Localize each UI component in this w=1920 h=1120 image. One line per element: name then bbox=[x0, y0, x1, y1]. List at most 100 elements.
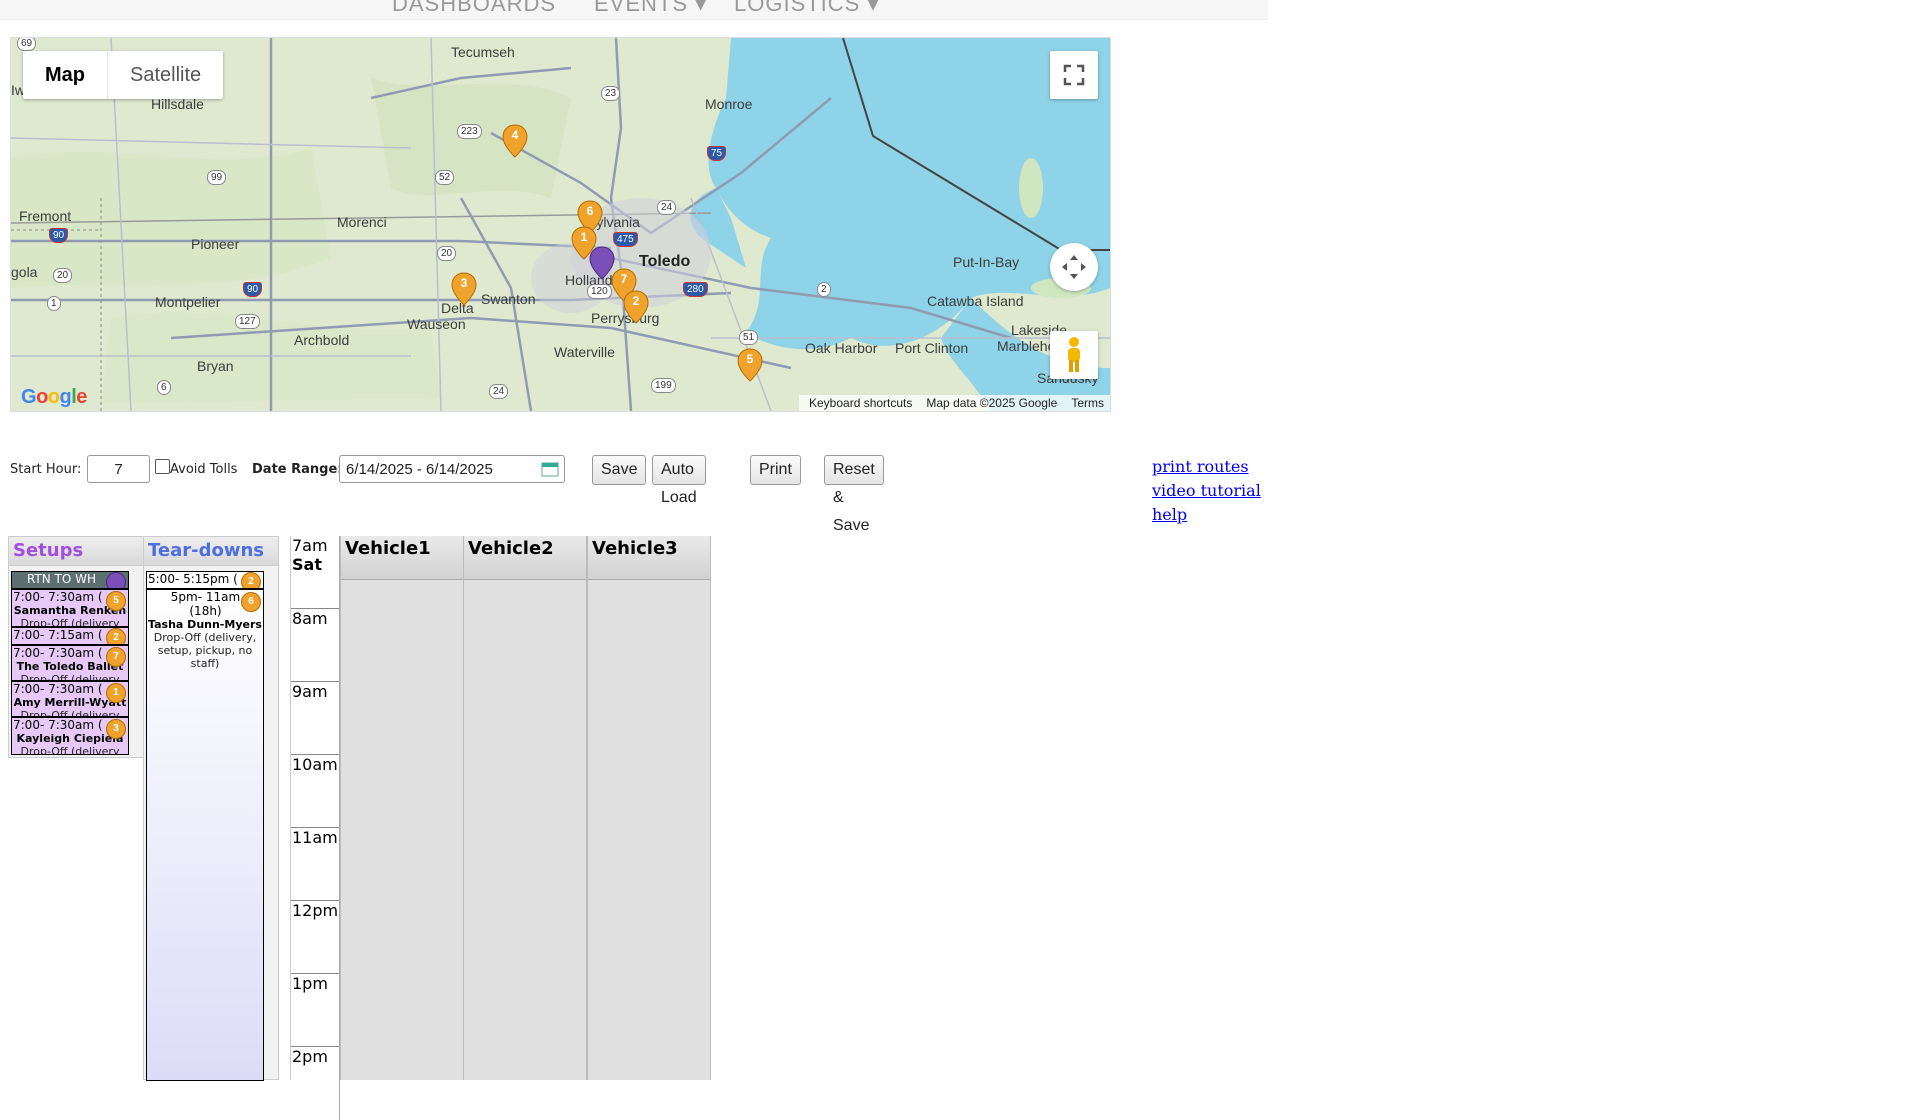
top-nav: DASHBOARDS EVENTS ▾ LOGISTICS ▾ bbox=[0, 0, 1268, 20]
teardown-card[interactable]: 5:00- 5:15pm ( 2 bbox=[146, 571, 264, 589]
nav-events[interactable]: EVENTS ▾ bbox=[594, 0, 707, 17]
road-shield: 127 bbox=[235, 314, 260, 329]
road-shield: 52 bbox=[435, 170, 455, 185]
hour-slot: 1pm bbox=[291, 974, 339, 1047]
vehicle-schedule: 7am Sat 8am 9am 10am 11am 12pm 1pm 2pm V… bbox=[290, 536, 713, 1120]
road-shield: 20 bbox=[437, 246, 457, 261]
road-shield: 2 bbox=[817, 282, 831, 297]
avoid-tolls-label[interactable]: Avoid Tolls bbox=[170, 462, 237, 477]
place-label: Monroe bbox=[705, 96, 753, 112]
stop-number-badge: 5 bbox=[106, 591, 126, 611]
place-label: Waterville bbox=[554, 344, 615, 360]
map-marker[interactable]: 5 bbox=[737, 348, 763, 382]
street-view-button[interactable] bbox=[1050, 331, 1098, 379]
map-type-map-button[interactable]: Map bbox=[23, 51, 108, 99]
map-type-control: Map Satellite bbox=[23, 51, 224, 99]
road-shield: 475 bbox=[613, 232, 638, 247]
print-routes-link[interactable]: print routes bbox=[1152, 455, 1261, 479]
place-label: Put-In-Bay bbox=[953, 254, 1020, 270]
calendar-icon[interactable] bbox=[541, 461, 559, 481]
camera-control-button[interactable] bbox=[1050, 243, 1098, 291]
terms-link[interactable]: Terms bbox=[1071, 396, 1104, 410]
vehicle-column-3[interactable]: Vehicle3 bbox=[587, 536, 711, 1080]
print-button[interactable]: Print bbox=[750, 455, 801, 485]
route-map[interactable]: Tecumseh Hillsdale Monroe Morenci Fremon… bbox=[10, 37, 1111, 412]
place-label: Bryan bbox=[197, 358, 234, 374]
nav-logistics[interactable]: LOGISTICS ▾ bbox=[734, 0, 880, 17]
road-shield: 90 bbox=[243, 282, 263, 297]
place-label: Tecumseh bbox=[451, 44, 515, 60]
stop-number-badge: 1 bbox=[106, 683, 126, 703]
keyboard-shortcuts-link[interactable]: Keyboard shortcuts bbox=[809, 396, 912, 410]
road-shield: 23 bbox=[601, 86, 621, 101]
road-shield: 120 bbox=[587, 284, 612, 299]
road-shield: 99 bbox=[207, 170, 227, 185]
road-shield: 51 bbox=[739, 330, 759, 345]
place-label: Montpelier bbox=[155, 294, 221, 310]
nav-dashboards[interactable]: DASHBOARDS bbox=[392, 0, 556, 17]
setup-card[interactable]: 7:00- 7:15am ( 2 bbox=[11, 627, 129, 645]
avoid-tolls-checkbox[interactable] bbox=[155, 459, 170, 474]
page: DASHBOARDS EVENTS ▾ LOGISTICS ▾ Tecumseh… bbox=[0, 0, 1268, 1120]
page-margin bbox=[1268, 0, 1920, 1080]
reset-save-button[interactable]: Reset & Save bbox=[824, 455, 884, 534]
vehicle-column-1[interactable]: Vehicle1 bbox=[340, 536, 464, 1080]
vehicle-column-2[interactable]: Vehicle2 bbox=[463, 536, 587, 1080]
stop-number-badge: 3 bbox=[106, 719, 126, 739]
help-links: print routes video tutorial help bbox=[1152, 455, 1261, 527]
road-shield: 199 bbox=[651, 378, 676, 393]
date-range-input[interactable]: 6/14/2025 - 6/14/2025 bbox=[339, 455, 565, 483]
stop-number-badge: 2 bbox=[106, 628, 126, 644]
start-hour-input[interactable]: 7 bbox=[87, 455, 150, 483]
stop-number-badge: 7 bbox=[106, 647, 126, 667]
setup-card-return[interactable]: RTN TO WH bbox=[11, 571, 129, 589]
stop-number-badge: 2 bbox=[241, 572, 261, 588]
vehicle-header: Vehicle3 bbox=[588, 536, 710, 580]
road-shield: 75 bbox=[707, 146, 727, 161]
save-button[interactable]: Save bbox=[592, 455, 647, 485]
hour-slot: 11am bbox=[291, 828, 339, 901]
vehicle-header: Vehicle2 bbox=[464, 536, 586, 580]
road-shield: 90 bbox=[49, 228, 69, 243]
setup-card[interactable]: 7:00- 7:30am ( The Toledo Ballet Drop-Of… bbox=[11, 645, 129, 681]
road-shield: 280 bbox=[683, 282, 708, 297]
hour-slot: 2pm bbox=[292, 1047, 328, 1066]
road-shield: 6 bbox=[157, 380, 171, 395]
place-label: Fremont bbox=[19, 208, 72, 224]
map-type-satellite-button[interactable]: Satellite bbox=[108, 51, 223, 99]
fullscreen-icon bbox=[1063, 64, 1085, 86]
hour-slot: 9am bbox=[291, 682, 339, 755]
hour-slot: 8am bbox=[291, 609, 339, 682]
move-arrows-icon bbox=[1062, 255, 1086, 279]
google-logo: Google bbox=[21, 386, 87, 408]
video-tutorial-link[interactable]: video tutorial bbox=[1152, 479, 1261, 503]
map-footer: Keyboard shortcuts Map data ©2025 Google… bbox=[799, 395, 1110, 411]
road-shield: 223 bbox=[457, 124, 482, 139]
place-label: Swanton bbox=[481, 291, 536, 307]
hour-slot: 10am bbox=[291, 755, 339, 828]
map-data-credit: Map data ©2025 Google bbox=[926, 396, 1058, 410]
place-label: gola bbox=[11, 264, 38, 280]
help-link[interactable]: help bbox=[1152, 503, 1261, 527]
map-marker[interactable]: 3 bbox=[451, 272, 477, 306]
setups-column: Setups RTN TO WH 7:00- 7:30am ( Samantha… bbox=[8, 536, 144, 758]
map-marker[interactable]: 2 bbox=[623, 290, 649, 324]
place-label: Morenci bbox=[337, 214, 387, 230]
hour-slot: 7am Sat bbox=[291, 536, 339, 609]
stop-number-badge: 6 bbox=[241, 592, 261, 612]
fullscreen-button[interactable] bbox=[1050, 51, 1098, 99]
setup-card[interactable]: 7:00- 7:30am ( Samantha Renken Drop-Off … bbox=[11, 589, 129, 627]
start-hour-label: Start Hour: bbox=[10, 462, 82, 477]
setup-card[interactable]: 7:00- 7:30am ( Kayleigh Ciepiela Drop-Of… bbox=[11, 717, 129, 755]
auto-load-button[interactable]: Auto Load bbox=[652, 455, 706, 506]
map-marker[interactable]: 4 bbox=[502, 124, 528, 158]
vehicle-header: Vehicle1 bbox=[341, 536, 463, 580]
place-label: Catawba Island bbox=[927, 293, 1024, 309]
road-shield: 69 bbox=[17, 38, 37, 51]
depot-marker[interactable] bbox=[589, 246, 615, 280]
teardowns-column: Tear-downs 5:00- 5:15pm ( 2 5pm- 11am (1… bbox=[143, 536, 279, 1081]
place-label: Pioneer bbox=[191, 236, 240, 252]
setup-card[interactable]: 7:00- 7:30am ( Amy Merrill-Wyatt Drop-Of… bbox=[11, 681, 129, 717]
teardown-card[interactable]: 5pm- 11am (18h) Tasha Dunn-Myers Drop-Of… bbox=[146, 589, 264, 1081]
pegman-icon bbox=[1068, 337, 1080, 372]
